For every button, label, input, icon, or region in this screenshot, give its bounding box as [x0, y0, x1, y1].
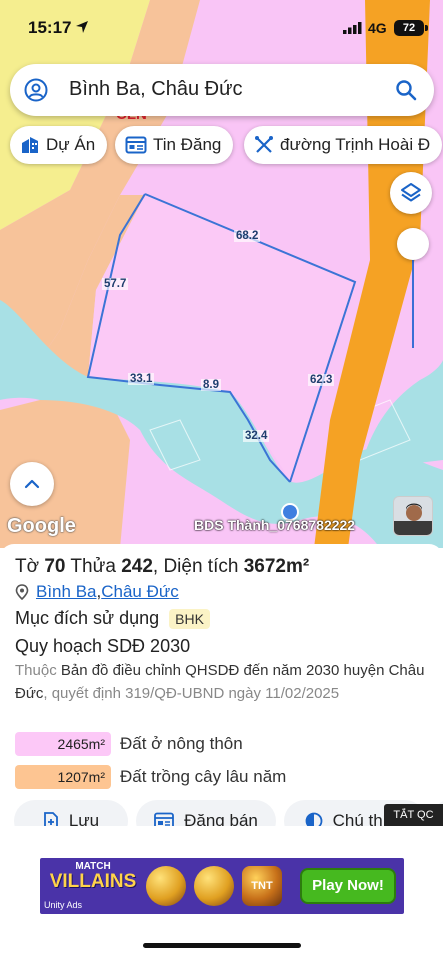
- ad-brand: Unity Ads: [44, 900, 83, 910]
- chevron-up-icon: [24, 479, 40, 489]
- legend-row: 1207m² Đất trồng cây lâu năm: [15, 765, 286, 789]
- ad-tnt-icon: TNT: [242, 866, 282, 906]
- chip-du-an[interactable]: Dự Án: [10, 126, 108, 164]
- parcel-title: Tờ 70 Thửa 242, Diện tích 3672m²: [15, 556, 309, 578]
- parcel-info-panel: Tờ 70 Thửa 242, Diện tích 3672m² Bình Ba…: [0, 544, 443, 854]
- building-icon: [22, 137, 38, 153]
- status-bar: 15:17 4G 72: [0, 0, 443, 56]
- sheet-number: 70: [44, 556, 66, 577]
- opacity-slider-knob[interactable]: [397, 228, 429, 260]
- ad-title-line2: VILLAINS: [49, 871, 137, 892]
- ad-banner[interactable]: MATCH VILLAINS Unity Ads TNT Play Now!: [40, 858, 404, 914]
- legend-label: Đất trồng cây lâu năm: [120, 767, 287, 786]
- land-use-purpose: Mục đích sử dụng BHK: [15, 608, 210, 629]
- purpose-code-badge: BHK: [169, 608, 210, 629]
- layers-icon: [401, 183, 421, 202]
- legend-swatch: 2465m²: [15, 732, 111, 756]
- segment-label: 8.9: [201, 379, 221, 391]
- account-icon[interactable]: [24, 78, 48, 102]
- play-now-button[interactable]: Play Now!: [300, 868, 396, 904]
- app-screen: 68.2 57.7 33.1 8.9 62.3 32.4 CLN 15:17 4…: [0, 0, 443, 959]
- legend-row: 2465m² Đất ở nông thôn: [15, 732, 243, 756]
- search-icon[interactable]: [395, 79, 417, 101]
- chip-label: Tin Đăng: [153, 135, 222, 154]
- filter-chips: Dự Án Tin Đăng đường Trịnh Hoài Đ: [10, 126, 443, 164]
- search-bar[interactable]: Bình Ba, Châu Đức: [10, 64, 434, 116]
- network-type: 4G: [368, 20, 387, 36]
- plan-title: Quy hoạch SDĐ 2030: [15, 636, 191, 656]
- map-watermark: BDS Thành_0768782222: [194, 517, 356, 533]
- desc-prefix: Thuộc: [15, 662, 61, 679]
- parcel-location: Bình Ba, Châu Đức: [15, 582, 179, 602]
- segment-label: 68.2: [234, 230, 261, 242]
- layers-button[interactable]: [390, 172, 432, 214]
- battery-icon: 72: [394, 20, 424, 36]
- district-link[interactable]: Châu Đức: [101, 582, 179, 602]
- segment-label: 62.3: [308, 374, 335, 386]
- desc-decision: , quyết định 319/QĐ-UBND ngày 11/02/2025: [43, 685, 340, 702]
- parcel-number: 242: [121, 556, 153, 577]
- google-logo: Google: [7, 515, 76, 537]
- ad-title: MATCH VILLAINS: [48, 861, 138, 892]
- purpose-label: Mục đích sử dụng: [15, 608, 160, 628]
- cellular-signal-icon: [343, 22, 362, 34]
- segment-label: 32.4: [243, 430, 270, 442]
- parcel-area: 3672m²: [243, 556, 310, 577]
- status-time: 15:17: [28, 18, 72, 37]
- chip-tin-dang[interactable]: Tin Đăng: [115, 126, 234, 164]
- chip-label: Dự Án: [46, 135, 96, 154]
- plan-description: Thuộc Bản đồ điều chỉnh QHSDĐ đến năm 20…: [15, 659, 435, 705]
- area-prefix: , Diện tích: [152, 556, 244, 577]
- pin-icon: [15, 584, 29, 600]
- segment-label: 57.7: [102, 278, 129, 290]
- expand-up-button[interactable]: [10, 462, 54, 506]
- search-query[interactable]: Bình Ba, Châu Đức: [69, 78, 242, 101]
- chip-duong[interactable]: đường Trịnh Hoài Đ: [244, 126, 443, 164]
- battery-tip: [425, 25, 428, 31]
- parcel-prefix: Thửa: [65, 556, 122, 577]
- opacity-slider-track[interactable]: [412, 246, 414, 348]
- legend-swatch: 1207m²: [15, 765, 111, 789]
- location-arrow-icon: [76, 21, 88, 33]
- ward-link[interactable]: Bình Ba: [36, 582, 97, 602]
- home-indicator[interactable]: [143, 943, 301, 948]
- ad-bomb-icon: [146, 866, 186, 906]
- ruler-icon: [255, 136, 273, 153]
- legend-label: Đất ở nông thôn: [120, 734, 243, 753]
- chip-label: đường Trịnh Hoài Đ: [280, 135, 431, 154]
- title-prefix: Tờ: [15, 556, 45, 577]
- ad-bomb-icon: [194, 866, 234, 906]
- segment-label: 33.1: [128, 373, 155, 385]
- avatar-image: [394, 497, 432, 535]
- listing-icon: [125, 136, 147, 154]
- avatar[interactable]: [393, 496, 433, 536]
- hide-ad-button[interactable]: TẮT QC: [384, 804, 443, 826]
